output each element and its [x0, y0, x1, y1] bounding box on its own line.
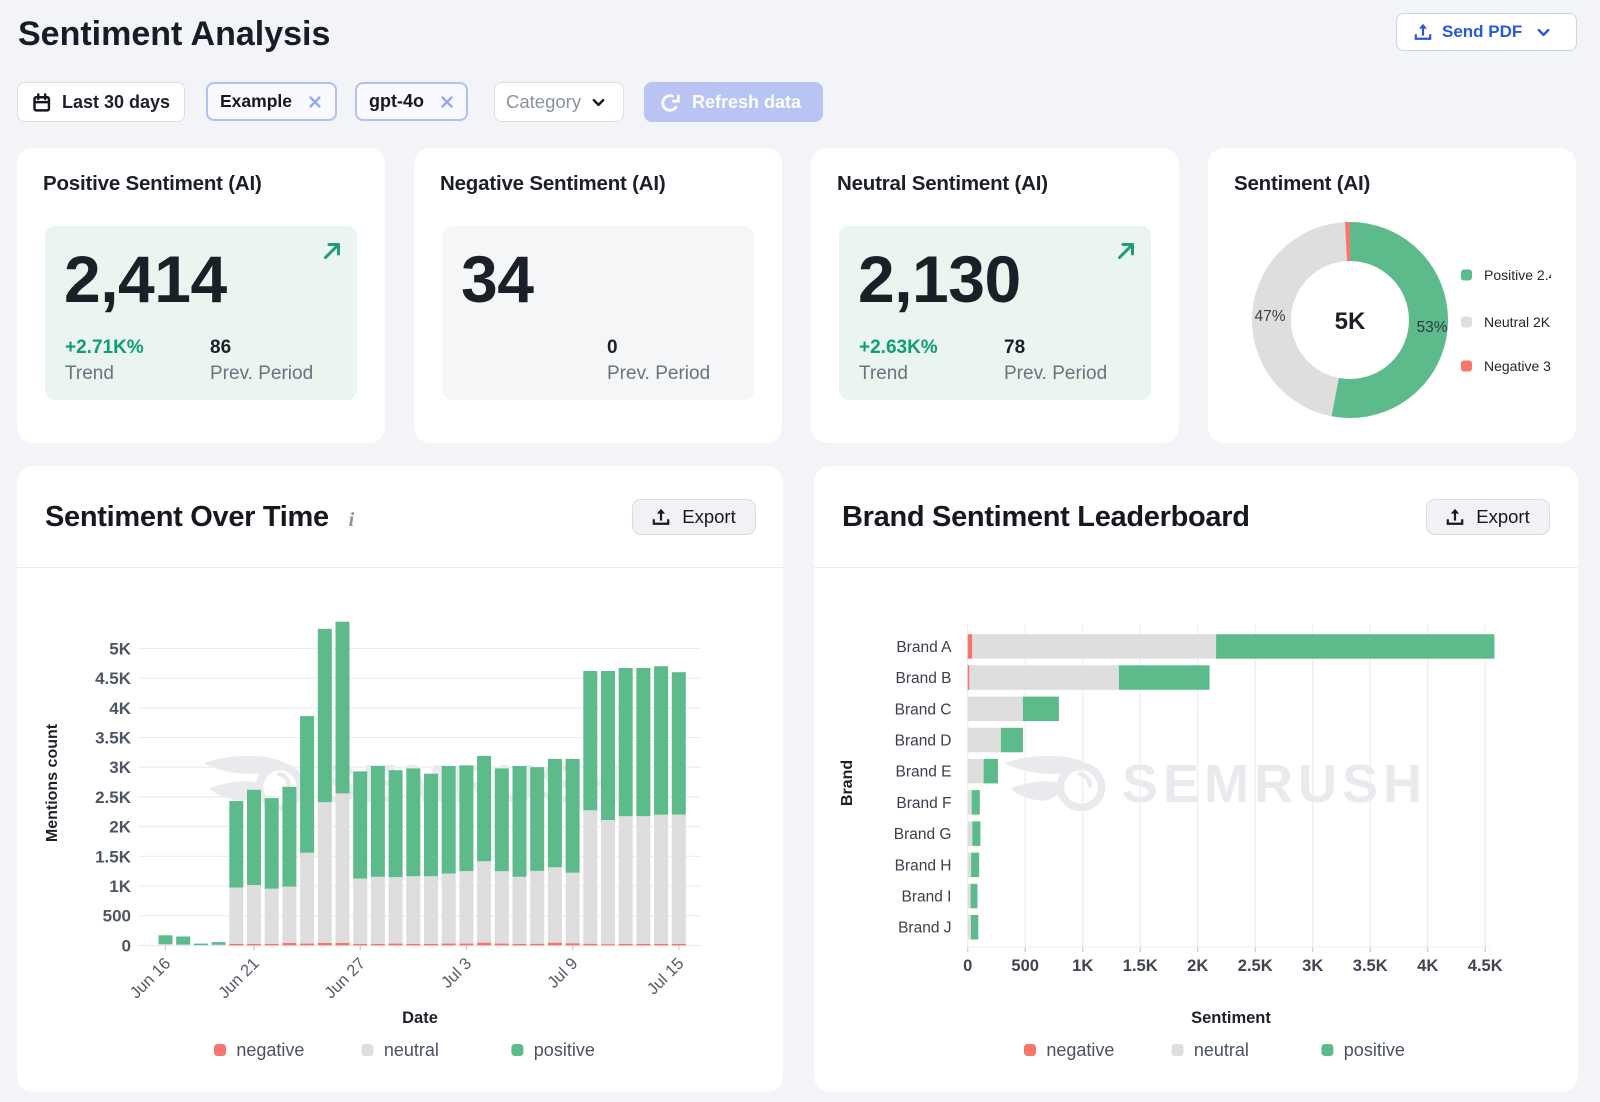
svg-text:Positive 2.4K: Positive 2.4K: [1484, 267, 1566, 283]
svg-text:47%: 47%: [1254, 308, 1285, 325]
svg-text:1.5K: 1.5K: [95, 847, 132, 866]
svg-text:3.5K: 3.5K: [1353, 957, 1388, 975]
svg-text:2K: 2K: [109, 818, 131, 837]
svg-text:neutral: neutral: [1194, 1040, 1249, 1060]
svg-text:Brand B: Brand B: [895, 670, 951, 687]
svg-text:Jun 21: Jun 21: [215, 955, 263, 1003]
svg-text:4.5K: 4.5K: [95, 669, 132, 688]
svg-text:Jul 15: Jul 15: [644, 955, 688, 999]
svg-text:Jun 27: Jun 27: [321, 955, 369, 1003]
svg-text:Brand F: Brand F: [896, 795, 951, 812]
svg-text:1K: 1K: [1072, 957, 1093, 975]
svg-text:0: 0: [963, 957, 972, 975]
svg-text:53%: 53%: [1416, 319, 1447, 336]
svg-text:500: 500: [1011, 957, 1039, 975]
svg-text:3.5K: 3.5K: [95, 729, 132, 748]
svg-text:3K: 3K: [109, 758, 131, 777]
svg-text:1K: 1K: [109, 877, 131, 896]
svg-text:Brand J: Brand J: [898, 920, 951, 937]
svg-text:Neutral 2K: Neutral 2K: [1484, 314, 1551, 330]
svg-text:Brand D: Brand D: [895, 733, 952, 750]
svg-text:positive: positive: [534, 1040, 595, 1060]
svg-text:5K: 5K: [1335, 308, 1366, 335]
svg-text:Mentions count: Mentions count: [44, 723, 61, 842]
svg-text:neutral: neutral: [384, 1040, 439, 1060]
svg-text:Date: Date: [402, 1009, 438, 1027]
svg-text:2.5K: 2.5K: [1238, 957, 1273, 975]
svg-text:Jul 9: Jul 9: [544, 955, 581, 992]
svg-text:Brand I: Brand I: [902, 889, 952, 906]
svg-text:500: 500: [103, 907, 131, 926]
svg-text:5K: 5K: [109, 639, 131, 658]
svg-text:Jun 16: Jun 16: [127, 955, 175, 1003]
svg-text:2K: 2K: [1187, 957, 1208, 975]
svg-text:Brand H: Brand H: [895, 857, 952, 874]
svg-text:negative: negative: [1046, 1040, 1114, 1060]
svg-text:Brand G: Brand G: [894, 826, 952, 843]
svg-text:3K: 3K: [1302, 957, 1323, 975]
svg-text:positive: positive: [1344, 1040, 1405, 1060]
svg-text:Brand C: Brand C: [895, 701, 952, 718]
svg-text:0: 0: [122, 936, 131, 955]
svg-text:Brand: Brand: [839, 760, 856, 806]
svg-text:4K: 4K: [1417, 957, 1438, 975]
svg-text:4.5K: 4.5K: [1468, 957, 1503, 975]
svg-text:Brand A: Brand A: [896, 639, 952, 656]
svg-text:Jul 3: Jul 3: [438, 955, 475, 992]
svg-text:1.5K: 1.5K: [1123, 957, 1158, 975]
svg-text:4K: 4K: [109, 699, 131, 718]
svg-text:negative: negative: [236, 1040, 304, 1060]
svg-text:Brand E: Brand E: [895, 764, 951, 781]
svg-text:Negative 34: Negative 34: [1484, 358, 1559, 374]
svg-text:Sentiment: Sentiment: [1191, 1009, 1271, 1027]
svg-text:SEMRUSH: SEMRUSH: [1122, 754, 1427, 814]
svg-text:2.5K: 2.5K: [95, 788, 132, 807]
